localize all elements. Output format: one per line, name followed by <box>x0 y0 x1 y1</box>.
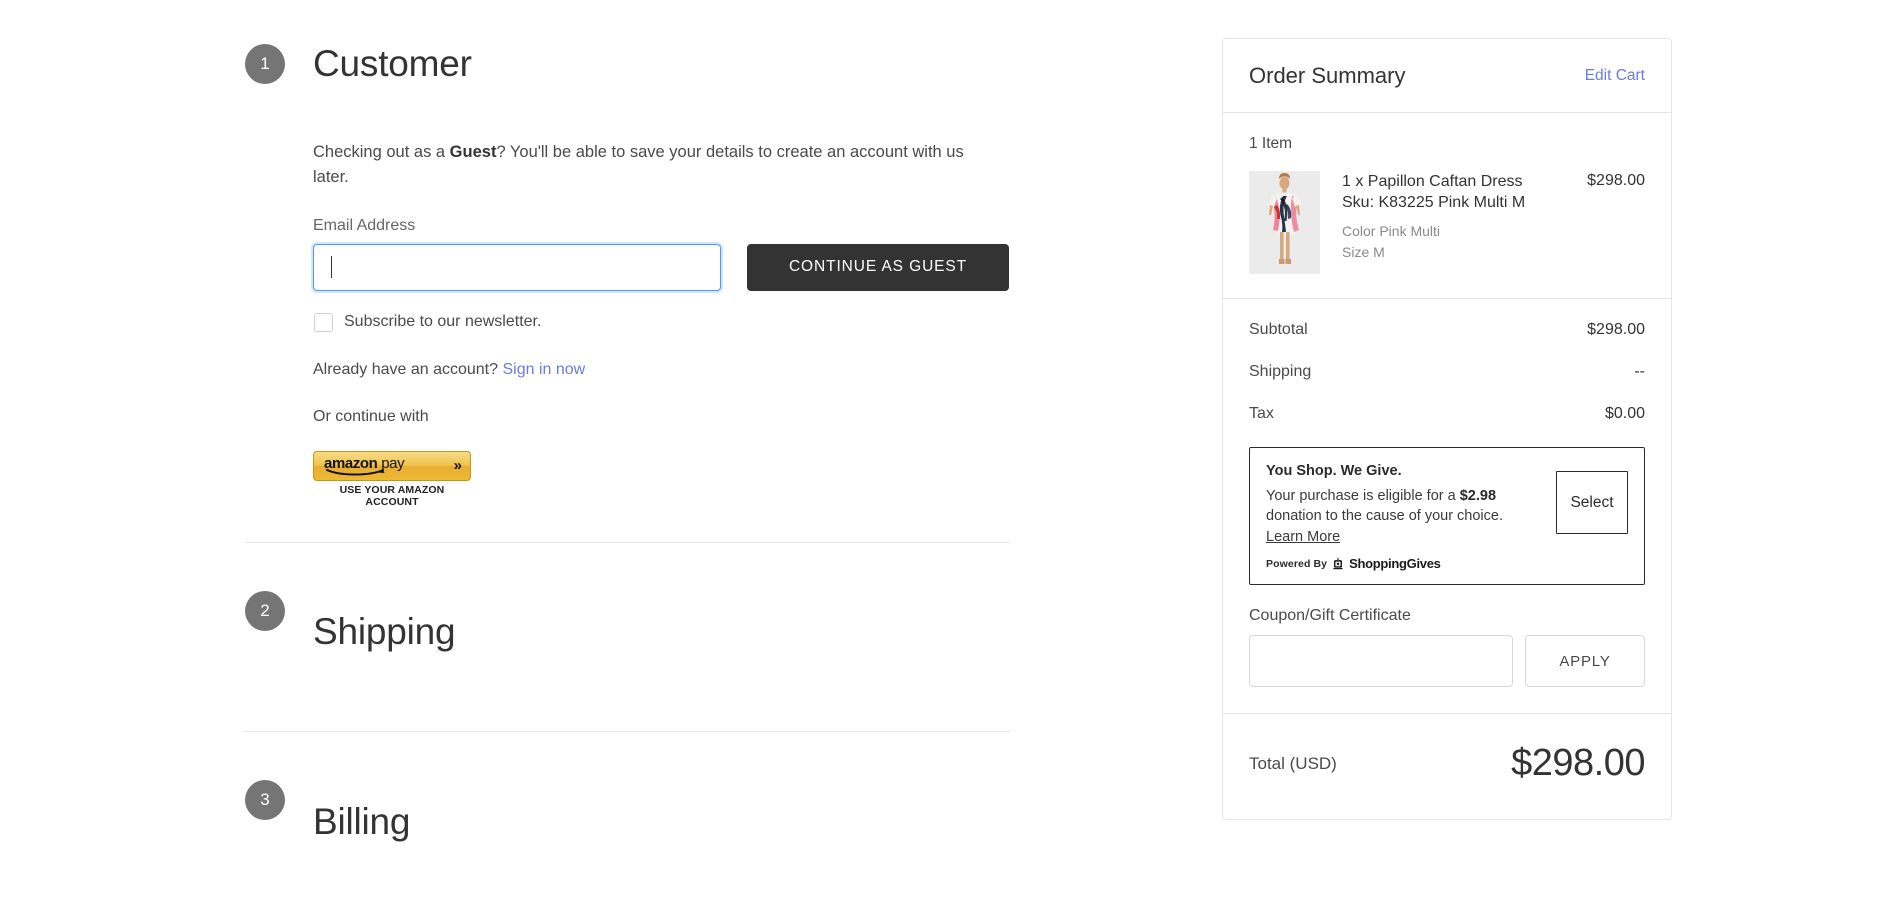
step-header-billing[interactable]: 3 Billing <box>313 772 1010 872</box>
checkout-page: 1 Customer Checking out as a Guest? You'… <box>0 0 1896 906</box>
step-number-2: 2 <box>245 591 285 631</box>
or-continue-with-label: Or continue with <box>313 408 1010 426</box>
step-number-1: 1 <box>245 44 285 84</box>
tax-label: Tax <box>1249 405 1274 423</box>
cart-item-sku: Sku: K83225 Pink Multi M <box>1342 192 1565 213</box>
coupon-input[interactable] <box>1249 635 1513 687</box>
amazon-pay-badge[interactable]: amazon pay » <box>313 451 471 481</box>
email-entry-row: CONTINUE AS GUEST <box>313 244 1010 291</box>
donation-title: You Shop. We Give. <box>1266 463 1546 479</box>
existing-account-row: Already have an account? Sign in now <box>313 361 1010 379</box>
tax-value: $0.00 <box>1605 405 1645 423</box>
shipping-label: Shipping <box>1249 363 1311 381</box>
donation-amount: $2.98 <box>1460 488 1496 504</box>
grand-total-label: Total (USD) <box>1249 754 1337 774</box>
continue-as-guest-button[interactable]: CONTINUE AS GUEST <box>747 244 1009 291</box>
existing-account-text: Already have an account? <box>313 361 498 378</box>
amazon-smile-icon <box>326 468 388 476</box>
checkout-step-billing[interactable]: 3 Billing <box>245 732 1010 906</box>
step-number-3: 3 <box>245 780 285 820</box>
step-title-customer: Customer <box>313 45 472 84</box>
donation-powered-by: Powered By ShoppingGives <box>1266 556 1546 571</box>
grand-total-value: $298.00 <box>1511 742 1645 785</box>
totals-row-tax: Tax $0.00 <box>1249 405 1645 423</box>
order-summary-totals: Subtotal $298.00 Shipping -- Tax $0.00 Y… <box>1223 299 1671 714</box>
sign-in-link[interactable]: Sign in now <box>502 361 585 378</box>
email-input-wrapper <box>313 244 721 291</box>
totals-row-subtotal: Subtotal $298.00 <box>1249 321 1645 339</box>
order-grand-total-row: Total (USD) $298.00 <box>1223 714 1671 819</box>
donation-learn-more-link[interactable]: Learn More <box>1266 529 1340 545</box>
powered-by-label: Powered By <box>1266 558 1327 570</box>
donation-text-post: donation to the cause of your choice. <box>1266 508 1503 524</box>
totals-row-shipping: Shipping -- <box>1249 363 1645 381</box>
checkout-step-customer: 1 Customer Checking out as a Guest? You'… <box>245 0 1010 542</box>
cart-item-details: 1 x Papillon Caftan Dress Sku: K83225 Pi… <box>1342 171 1565 274</box>
subtotal-value: $298.00 <box>1587 321 1645 339</box>
guest-word: Guest <box>450 143 497 161</box>
shoppinggives-logo-icon <box>1332 557 1344 570</box>
shoppinggives-name: ShoppingGives <box>1349 556 1440 571</box>
edit-cart-link[interactable]: Edit Cart <box>1585 67 1645 85</box>
step-title-billing: Billing <box>313 803 410 842</box>
text-cursor-icon <box>331 256 332 278</box>
newsletter-label: Subscribe to our newsletter. <box>344 313 541 331</box>
step-header-shipping[interactable]: 2 Shipping <box>313 583 1010 683</box>
newsletter-subscribe-row[interactable]: Subscribe to our newsletter. <box>314 313 1010 332</box>
donation-module: You Shop. We Give. Your purchase is elig… <box>1249 447 1645 585</box>
order-summary-header: Order Summary Edit Cart <box>1223 39 1671 113</box>
subtotal-label: Subtotal <box>1249 321 1308 339</box>
checkout-steps-column: 1 Customer Checking out as a Guest? You'… <box>245 0 1010 906</box>
donation-content: You Shop. We Give. Your purchase is elig… <box>1266 463 1546 571</box>
shipping-value: -- <box>1634 363 1645 381</box>
donation-select-button[interactable]: Select <box>1556 471 1628 534</box>
email-input[interactable] <box>313 244 721 291</box>
cart-item-name: 1 x Papillon Caftan Dress <box>1342 171 1565 192</box>
cart-item-color: Color Pink Multi <box>1342 222 1565 241</box>
guest-text-pre: Checking out as a <box>313 143 450 161</box>
newsletter-checkbox[interactable] <box>314 313 333 332</box>
order-summary-items: 1 Item <box>1223 113 1671 299</box>
amazon-pay-button[interactable]: amazon pay » USE YOUR AMAZON ACCOUNT <box>313 451 471 508</box>
checkout-step-shipping[interactable]: 2 Shipping <box>245 543 1010 731</box>
cart-item-price: $298.00 <box>1587 171 1645 274</box>
step-title-shipping: Shipping <box>313 613 455 652</box>
cart-item-size: Size M <box>1342 243 1565 262</box>
amazon-account-subtitle: USE YOUR AMAZON ACCOUNT <box>313 484 471 508</box>
product-thumbnail[interactable] <box>1249 171 1320 274</box>
email-address-label: Email Address <box>313 217 1010 235</box>
step-header-customer: 1 Customer <box>313 14 1010 114</box>
cart-line-item: 1 x Papillon Caftan Dress Sku: K83225 Pi… <box>1249 171 1645 274</box>
product-image <box>1249 171 1320 274</box>
item-count-label: 1 Item <box>1249 135 1645 153</box>
amazon-chevron-icon: » <box>454 457 460 474</box>
amazon-pay-logo-icon: amazon pay <box>324 456 404 476</box>
guest-checkout-description: Checking out as a Guest? You'll be able … <box>313 140 973 190</box>
donation-description: Your purchase is eligible for a $2.98 do… <box>1266 486 1531 526</box>
order-summary-title: Order Summary <box>1249 63 1405 89</box>
donation-text-pre: Your purchase is eligible for a <box>1266 488 1460 504</box>
coupon-row: APPLY <box>1223 635 1671 714</box>
apply-coupon-button[interactable]: APPLY <box>1525 635 1645 687</box>
coupon-label: Coupon/Gift Certificate <box>1249 607 1645 625</box>
order-summary-panel: Order Summary Edit Cart 1 Item <box>1222 38 1672 820</box>
